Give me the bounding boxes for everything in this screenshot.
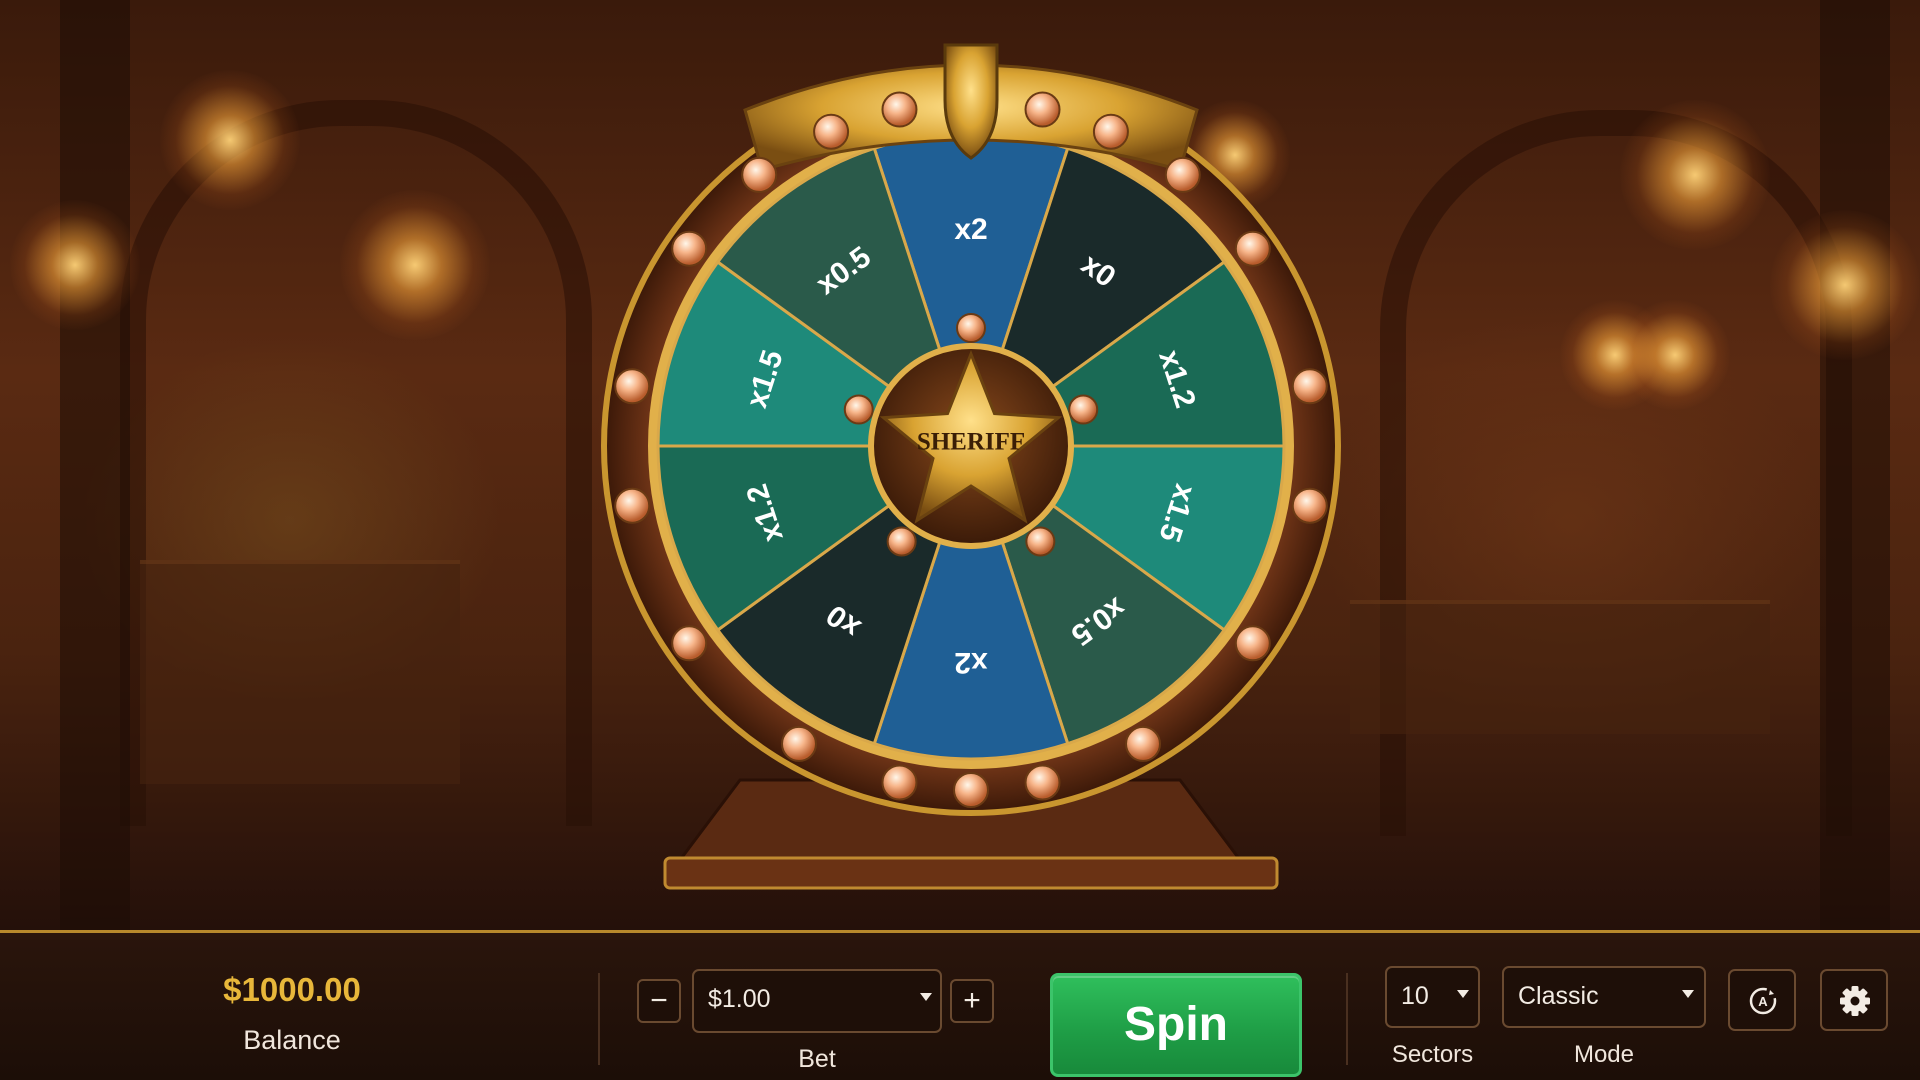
mode-select[interactable]: Classic — [1502, 966, 1706, 1028]
mode-value: Classic — [1518, 982, 1599, 1010]
rim-bulb — [671, 230, 708, 267]
prize-wheel: x2x0x1.2x1.5x0.5x2x0x1.2x1.5x0.5 SHERIFF — [601, 43, 1341, 890]
rim-bulb — [1234, 230, 1271, 267]
rim-bulb — [1291, 487, 1328, 524]
hub-bulb — [886, 526, 917, 557]
sectors-value: 10 — [1401, 982, 1429, 1010]
rim-bulb — [741, 156, 778, 193]
rim-bulb — [1092, 113, 1129, 150]
rim-bulb — [813, 113, 850, 150]
wheel-sector-label: x2 — [954, 646, 987, 679]
hub-bulb — [843, 394, 874, 425]
rim-bulb — [1234, 625, 1271, 662]
rim-bulb — [1125, 725, 1161, 762]
rim-bulb — [1024, 764, 1061, 801]
sheriff-badge-text: SHERIFF — [917, 429, 1025, 456]
rim-bulb — [953, 772, 989, 808]
hub-bulb — [1068, 394, 1099, 425]
bet-value: $1.00 — [708, 985, 771, 1013]
bet-increase-button[interactable]: + — [950, 979, 994, 1023]
svg-text:A: A — [1758, 994, 1768, 1009]
autoplay-button[interactable]: A — [1728, 969, 1796, 1031]
bottom-control-bar: $1000.00 Balance − $1.00 + Bet Spin 10 S… — [0, 930, 1920, 1080]
balance-amount: $1000.00 — [223, 971, 361, 1008]
hub-bulb — [956, 313, 986, 343]
hub-bulb — [1025, 526, 1056, 557]
rim-bulb — [881, 91, 918, 128]
bet-label: Bet — [798, 1045, 836, 1073]
wheel-stand-base — [663, 856, 1279, 890]
settings-button[interactable] — [1820, 969, 1888, 1031]
rim-bulb — [671, 625, 708, 662]
rim-bulb — [1024, 91, 1061, 128]
rim-bulb — [614, 368, 651, 405]
sectors-label: Sectors — [1391, 1041, 1474, 1068]
divider — [598, 973, 600, 1065]
chevron-down-icon — [920, 993, 932, 1001]
chevron-down-icon — [1682, 990, 1694, 998]
spin-button[interactable]: Spin — [1050, 973, 1302, 1077]
chevron-down-icon — [1457, 990, 1469, 998]
wheel-sector-label: x2 — [954, 213, 987, 246]
autoplay-icon: A — [1749, 987, 1777, 1015]
mode-label: Mode — [1573, 1041, 1635, 1068]
bet-select[interactable]: $1.00 — [692, 969, 942, 1033]
sectors-select[interactable]: 10 — [1385, 966, 1480, 1028]
balance-label: Balance — [243, 1025, 341, 1055]
rim-bulb — [1164, 156, 1201, 193]
rim-bulb — [1291, 368, 1328, 405]
gear-icon — [1840, 986, 1870, 1016]
rim-bulb — [881, 764, 918, 801]
rim-bulb — [781, 725, 817, 762]
divider — [1346, 973, 1348, 1065]
rim-bulb — [614, 487, 651, 524]
bet-decrease-button[interactable]: − — [637, 979, 681, 1023]
